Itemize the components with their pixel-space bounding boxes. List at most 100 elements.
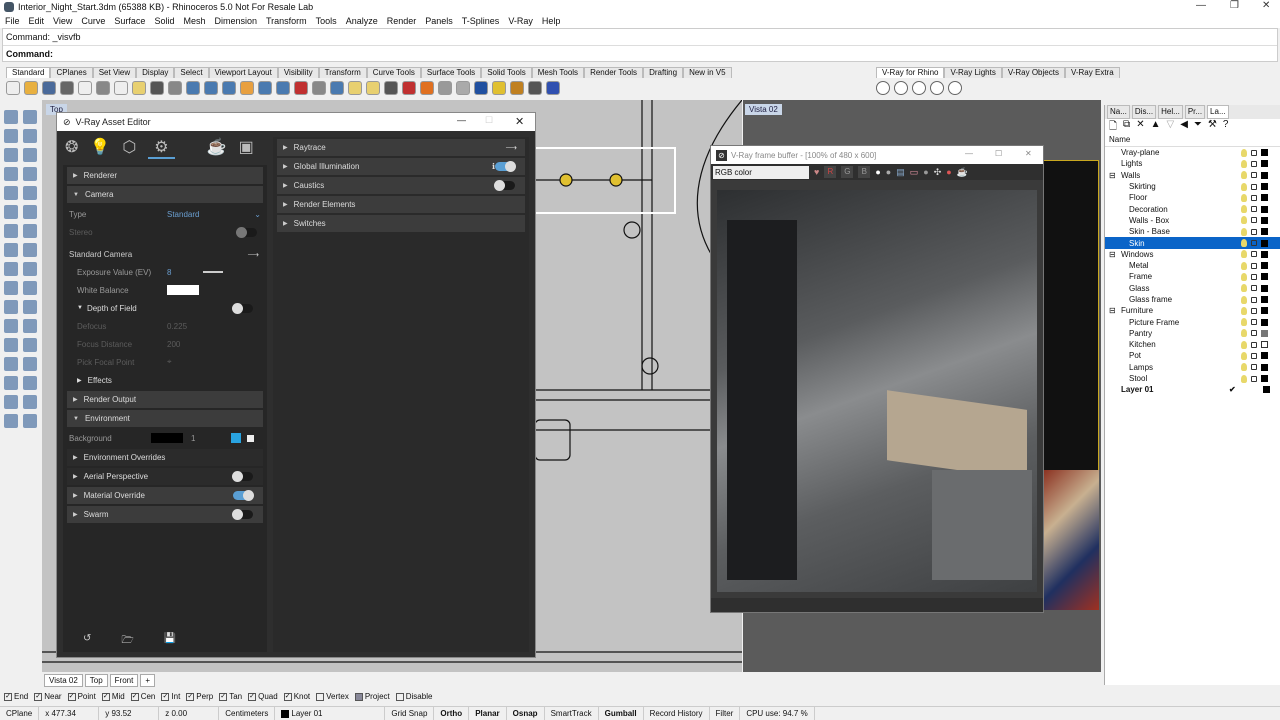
- lock-icon[interactable]: [1251, 263, 1257, 269]
- tab-v-ray-extra[interactable]: V-Ray Extra: [1065, 67, 1120, 78]
- lock-icon[interactable]: [1251, 319, 1257, 325]
- menu-item-mesh[interactable]: Mesh: [183, 16, 205, 26]
- open-folder-icon[interactable]: 🗁: [121, 633, 133, 650]
- minimize-button[interactable]: —: [1196, 0, 1206, 11]
- blue-channel-button[interactable]: B: [858, 166, 870, 178]
- osnap-toggle[interactable]: Osnap: [507, 707, 545, 720]
- osnap-mid[interactable]: ✓Mid: [102, 692, 125, 701]
- layer-color-swatch[interactable]: [1261, 149, 1268, 156]
- green-channel-button[interactable]: G: [841, 166, 853, 178]
- background-color-swatch[interactable]: [151, 433, 183, 443]
- lightbulb-icon[interactable]: [1241, 307, 1247, 315]
- viewport-label-vista[interactable]: Vista 02: [745, 104, 782, 115]
- section-environment[interactable]: ▼Environment: [67, 410, 263, 427]
- toolbar-tool-icon[interactable]: [438, 81, 452, 95]
- left-tool-icon[interactable]: [23, 262, 37, 276]
- lightbulb-icon[interactable]: [1241, 183, 1247, 191]
- save-icon[interactable]: 💾: [164, 633, 176, 650]
- aerial-toggle[interactable]: [233, 472, 253, 481]
- menu-item-panels[interactable]: Panels: [425, 16, 453, 26]
- tab-v-ray-objects[interactable]: V-Ray Objects: [1002, 67, 1065, 78]
- menu-item-file[interactable]: File: [5, 16, 20, 26]
- layer-row[interactable]: Floor: [1105, 192, 1280, 203]
- osnap-knot[interactable]: ✓Knot: [284, 692, 310, 701]
- left-tool-icon[interactable]: [4, 205, 18, 219]
- render-button-icon[interactable]: ☕: [207, 137, 227, 159]
- left-tool-icon[interactable]: [4, 243, 18, 257]
- lightbulb-icon[interactable]: [1241, 160, 1247, 168]
- toolbar-tool-icon[interactable]: [6, 81, 20, 95]
- move-left-icon[interactable]: ◀: [1180, 119, 1188, 133]
- section-camera[interactable]: ▼Camera: [67, 186, 263, 203]
- collapse-icon[interactable]: ⊟: [1109, 306, 1116, 315]
- layer-color-swatch[interactable]: [1261, 273, 1268, 280]
- toolbar-tool-icon[interactable]: [348, 81, 362, 95]
- left-tool-icon[interactable]: [4, 262, 18, 276]
- lightbulb-icon[interactable]: [1241, 296, 1247, 304]
- viewport-tab[interactable]: Top: [85, 674, 108, 687]
- exposure-input[interactable]: 8: [167, 268, 171, 277]
- section-env-overrides[interactable]: ▶Environment Overrides: [67, 449, 263, 466]
- camera-type-select[interactable]: Standard: [167, 210, 199, 219]
- lock-icon[interactable]: [1251, 172, 1257, 178]
- tab-new-in-v5[interactable]: New in V5: [683, 67, 731, 78]
- left-tool-icon[interactable]: [23, 148, 37, 162]
- layer-color-swatch[interactable]: [1261, 364, 1268, 371]
- maximize-button[interactable]: ☐: [485, 115, 493, 126]
- record-history-toggle[interactable]: Record History: [644, 707, 710, 720]
- lightbulb-icon[interactable]: [1241, 375, 1247, 383]
- tab-select[interactable]: Select: [174, 67, 208, 78]
- lightbulb-icon[interactable]: [1241, 216, 1247, 224]
- render-icon[interactable]: ☕: [957, 167, 968, 178]
- close-button[interactable]: ✕: [515, 115, 524, 128]
- tab-render-tools[interactable]: Render Tools: [584, 67, 643, 78]
- layer-row[interactable]: Stool: [1105, 373, 1280, 384]
- lock-icon[interactable]: [1251, 353, 1257, 359]
- left-tool-icon[interactable]: [23, 281, 37, 295]
- color-correction-icon[interactable]: ♥: [814, 167, 819, 177]
- lightbulb-icon[interactable]: [1241, 262, 1247, 270]
- menu-item-view[interactable]: View: [53, 16, 72, 26]
- current-layer-row[interactable]: Layer 01 ✔: [1105, 384, 1280, 395]
- move-down-icon[interactable]: ▽: [1166, 119, 1174, 133]
- planar-toggle[interactable]: Planar: [469, 707, 506, 720]
- section-renderer[interactable]: ▶Renderer: [67, 167, 263, 184]
- toolbar-tool-icon[interactable]: [114, 81, 128, 95]
- left-tool-icon[interactable]: [23, 129, 37, 143]
- lightbulb-icon[interactable]: [1241, 149, 1247, 157]
- vray-tool-icon[interactable]: [930, 81, 944, 95]
- layer-color-swatch[interactable]: [1261, 172, 1268, 179]
- osnap-point[interactable]: ✓Point: [68, 692, 96, 701]
- left-tool-icon[interactable]: [23, 243, 37, 257]
- vray-tool-icon[interactable]: [894, 81, 908, 95]
- lightbulb-icon[interactable]: [1241, 352, 1247, 360]
- lightbulb-icon[interactable]: [1241, 228, 1247, 236]
- menu-item-v-ray[interactable]: V-Ray: [508, 16, 533, 26]
- section-material-override[interactable]: ▶Material Override: [67, 487, 263, 504]
- left-tool-icon[interactable]: [23, 110, 37, 124]
- left-tool-icon[interactable]: [4, 224, 18, 238]
- layer-row[interactable]: Decoration: [1105, 203, 1280, 214]
- vray-tool-icon[interactable]: [912, 81, 926, 95]
- left-tool-icon[interactable]: [4, 281, 18, 295]
- mono-icon[interactable]: ●: [886, 167, 891, 177]
- toolbar-tool-icon[interactable]: [240, 81, 254, 95]
- layer-color-swatch[interactable]: [1261, 194, 1268, 201]
- save-image-icon[interactable]: ▤: [896, 167, 905, 178]
- filter-icon[interactable]: ⏷: [1194, 119, 1202, 133]
- toolbar-tool-icon[interactable]: [366, 81, 380, 95]
- section-switches[interactable]: ▶Switches: [277, 215, 525, 232]
- menu-item-t-splines[interactable]: T-Splines: [462, 16, 500, 26]
- move-up-icon[interactable]: ▲: [1151, 119, 1161, 133]
- checkbox[interactable]: ✓: [284, 693, 292, 701]
- layer-row[interactable]: Metal: [1105, 260, 1280, 271]
- lock-icon[interactable]: [1251, 240, 1257, 246]
- toolbar-tool-icon[interactable]: [420, 81, 434, 95]
- white-balance-swatch[interactable]: [167, 285, 199, 295]
- osnap-vertex[interactable]: Vertex: [316, 692, 349, 701]
- panel-tab[interactable]: Na...: [1107, 105, 1130, 119]
- menu-item-render[interactable]: Render: [387, 16, 417, 26]
- cplane-label[interactable]: CPlane: [0, 707, 39, 720]
- left-tool-icon[interactable]: [23, 414, 37, 428]
- delete-icon[interactable]: ✕: [1136, 119, 1144, 133]
